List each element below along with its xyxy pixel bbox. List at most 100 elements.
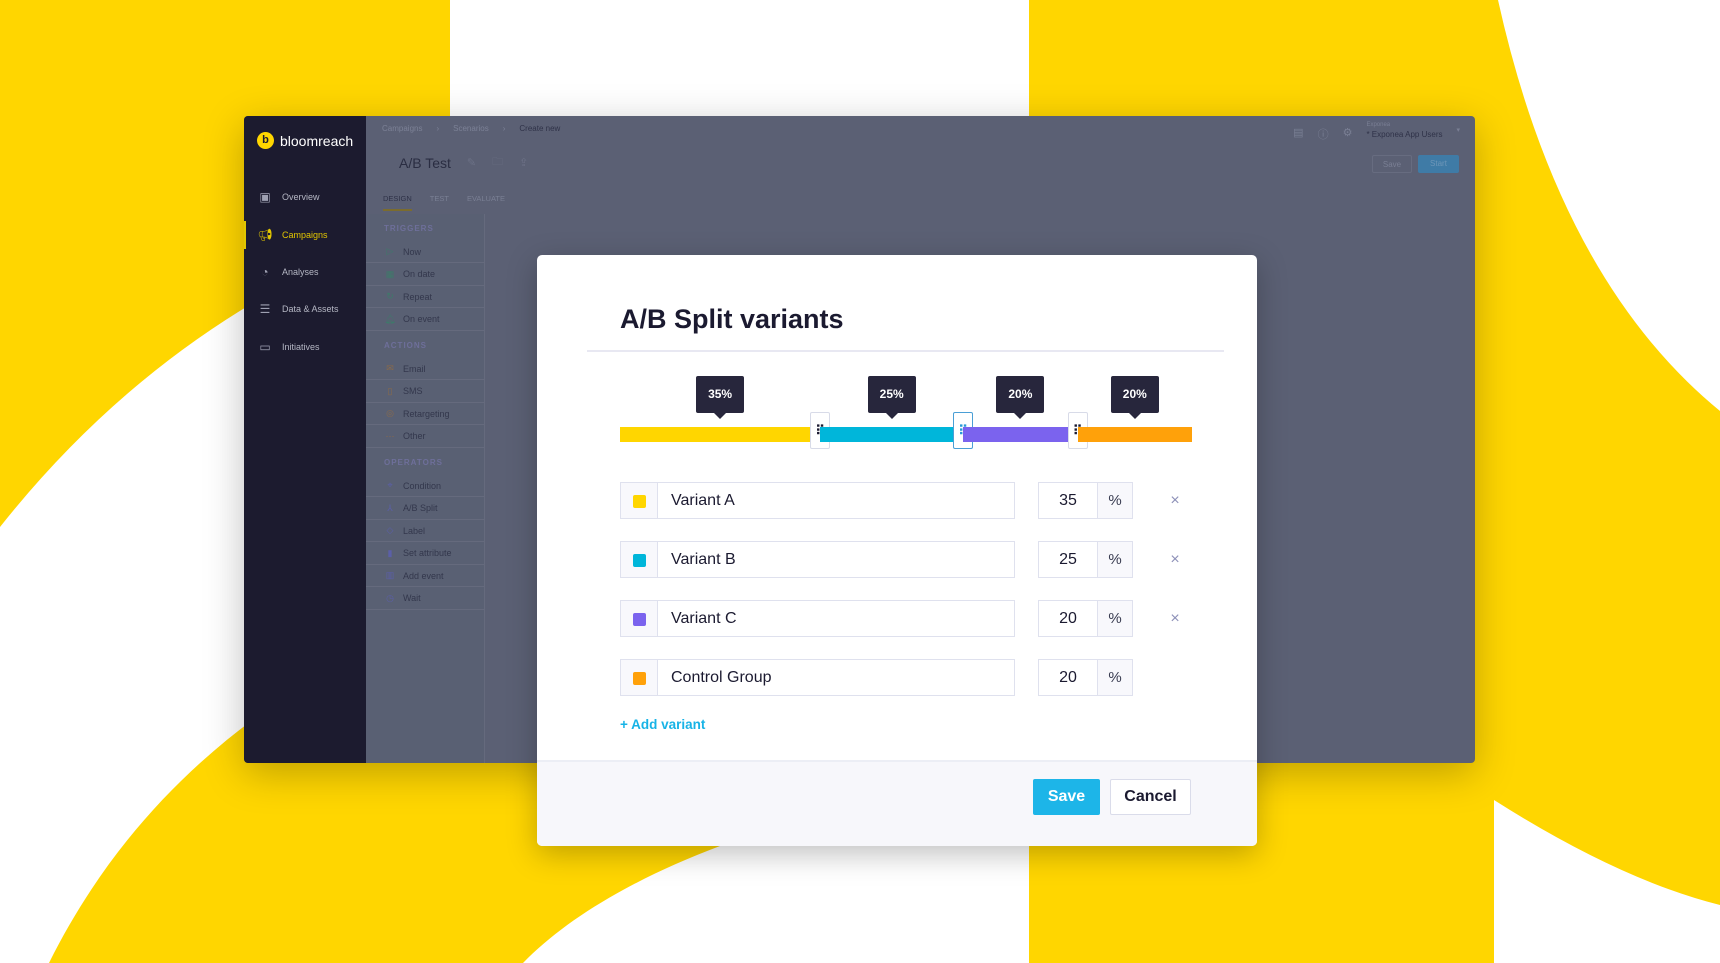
split-segment — [1077, 427, 1192, 442]
sidebar-label: Campaigns — [282, 230, 328, 240]
sidebar-label: Analyses — [282, 267, 319, 277]
remove-variant-icon[interactable]: × — [1166, 541, 1184, 578]
palette-item-wait[interactable]: ◷ Wait — [366, 588, 485, 610]
modal-footer: Save Cancel — [537, 760, 1257, 846]
chevron-down-icon[interactable]: ▾ — [1456, 126, 1460, 134]
palette-item-a-b-split[interactable]: ⅄ A/B Split — [366, 498, 485, 520]
export-icon[interactable]: ⇪ — [519, 156, 528, 169]
palette-item-label: Other — [403, 431, 426, 441]
sidebar-item-campaigns[interactable]: 📢︎ Campaigns — [244, 221, 366, 249]
breadcrumb-separator: › — [502, 124, 506, 133]
percent-input[interactable]: 25 — [1038, 541, 1098, 578]
account-name: * Exponea App Users — [1366, 130, 1443, 139]
palette-item-label: Retargeting — [403, 408, 450, 419]
email-icon: ✉ — [386, 363, 394, 373]
on-date-icon: ▦ — [385, 268, 395, 279]
sidebar-item-initiatives[interactable]: ▭ Initiatives — [244, 333, 366, 361]
sidebar-item-overview[interactable]: ▣ Overview — [244, 183, 366, 211]
percent-tooltip: 25% — [867, 376, 916, 419]
cancel-button[interactable]: Cancel — [1110, 779, 1191, 815]
breadcrumb-scenarios[interactable]: Scenarios — [453, 124, 489, 133]
database-icon: ☰ — [259, 302, 271, 316]
breadcrumb: Campaigns › Scenarios › Create new — [382, 124, 560, 133]
variant-name-input[interactable]: Variant A — [658, 482, 1015, 519]
palette-item-label: On event — [403, 314, 440, 324]
save-button[interactable]: Save — [1033, 779, 1100, 815]
color-swatch[interactable] — [620, 541, 658, 578]
set-attribute-icon: ▮ — [387, 547, 393, 558]
project-selector[interactable]: Exponea * Exponea App Users — [1366, 120, 1442, 140]
remove-variant-icon[interactable]: × — [1166, 600, 1184, 637]
palette-item-label: Wait — [403, 593, 421, 603]
palette-section-header: OPERATORS — [384, 458, 443, 467]
color-swatch[interactable] — [620, 659, 658, 696]
palette-item-label: A/B Split — [403, 503, 438, 513]
palette-item-now[interactable]: ▷ Now — [366, 241, 485, 263]
color-swatch[interactable] — [620, 482, 658, 519]
variant-name-input[interactable]: Control Group — [658, 659, 1015, 696]
logo-text: bloomreach — [280, 132, 354, 149]
palette-item-label[interactable]: ◇ Label — [366, 520, 485, 542]
color-swatch[interactable] — [620, 600, 658, 637]
variant-name-input[interactable]: Variant C — [658, 600, 1015, 637]
chat-icon[interactable]: ▤ — [1293, 126, 1303, 139]
percent-unit: % — [1098, 482, 1133, 519]
color-square — [633, 554, 646, 567]
sidebar-item-analyses[interactable]: ◔ Analyses — [244, 258, 366, 286]
color-square — [633, 672, 646, 685]
top-save-button[interactable]: Save — [1372, 155, 1412, 173]
palette-item-repeat[interactable]: ↻ Repeat — [366, 286, 485, 308]
top-right-toolbar: ▤ ⓘ ⚙ Exponea * Exponea App Users ▾ — [1293, 120, 1460, 142]
color-square — [633, 495, 646, 508]
palette-section-header: ACTIONS — [384, 341, 427, 350]
tab-design[interactable]: DESIGN — [383, 194, 412, 211]
sidebar-label: Data & Assets — [282, 304, 339, 314]
repeat-icon: ↻ — [386, 291, 394, 301]
now-icon: ▷ — [386, 246, 394, 256]
variant-name-input[interactable]: Variant B — [658, 541, 1015, 578]
tab-test[interactable]: TEST — [430, 194, 449, 211]
breadcrumb-separator: › — [436, 124, 440, 133]
percent-unit: % — [1098, 541, 1133, 578]
palette-item-on-event[interactable]: 🔔︎ On event — [366, 309, 485, 331]
gear-icon[interactable]: ⚙ — [1343, 126, 1353, 139]
divider — [587, 350, 1224, 352]
breadcrumb-campaigns[interactable]: Campaigns — [382, 124, 422, 133]
scenario-title[interactable]: A/B Test — [399, 155, 451, 171]
palette-item-on-date[interactable]: ▦ On date — [366, 264, 485, 286]
sidebar: b bloomreach ▣ Overview 📢︎ Campaigns ◔ Analy… — [244, 116, 366, 763]
palette-section-header: TRIGGERS — [384, 224, 434, 233]
other-icon: ⋯ — [385, 430, 395, 441]
percent-input[interactable]: 20 — [1038, 600, 1098, 637]
on-event-icon: 🔔︎ — [384, 313, 396, 324]
palette-item-label: Email — [403, 363, 426, 374]
bloomreach-logo-icon: b — [257, 132, 274, 149]
sidebar-label: Initiatives — [282, 342, 320, 352]
palette-item-email[interactable]: ✉ Email — [366, 358, 485, 380]
palette-item-condition[interactable]: ⌖ Condition — [366, 475, 485, 497]
sidebar-label: Overview — [282, 192, 320, 202]
ab-split-modal: A/B Split variants + Add variant Save Ca… — [537, 255, 1257, 846]
percent-unit: % — [1098, 659, 1133, 696]
percent-input[interactable]: 35 — [1038, 482, 1098, 519]
palette-item-set-attribute[interactable]: ▮ Set attribute — [366, 543, 485, 565]
palette-item-sms[interactable]: ▯ SMS — [366, 381, 485, 403]
add-variant-link[interactable]: + Add variant — [620, 717, 705, 732]
palette-item-retargeting[interactable]: ◎ Retargeting — [366, 403, 485, 425]
percent-input[interactable]: 20 — [1038, 659, 1098, 696]
edit-icon[interactable]: ✎ — [467, 156, 476, 169]
palette-item-other[interactable]: ⋯ Other — [366, 426, 485, 448]
scenario-title-bar: A/B Test ✎ 🗀︎ ⇪ — [399, 153, 528, 172]
palette-item-add-event[interactable]: ▥ Add event — [366, 565, 485, 587]
tab-evaluate[interactable]: EVALUATE — [467, 194, 505, 211]
percent-unit: % — [1098, 600, 1133, 637]
logo[interactable]: b bloomreach — [257, 132, 353, 149]
remove-variant-icon[interactable]: × — [1166, 482, 1184, 519]
start-button[interactable]: Start — [1418, 155, 1459, 173]
split-segment — [963, 427, 1078, 442]
help-icon[interactable]: ⓘ — [1318, 126, 1329, 142]
sidebar-item-data-assets[interactable]: ☰ Data & Assets — [244, 295, 366, 323]
sms-icon: ▯ — [387, 385, 393, 396]
project-name: Exponea — [1366, 122, 1391, 128]
add-folder-icon[interactable]: 🗀︎ — [492, 153, 503, 172]
